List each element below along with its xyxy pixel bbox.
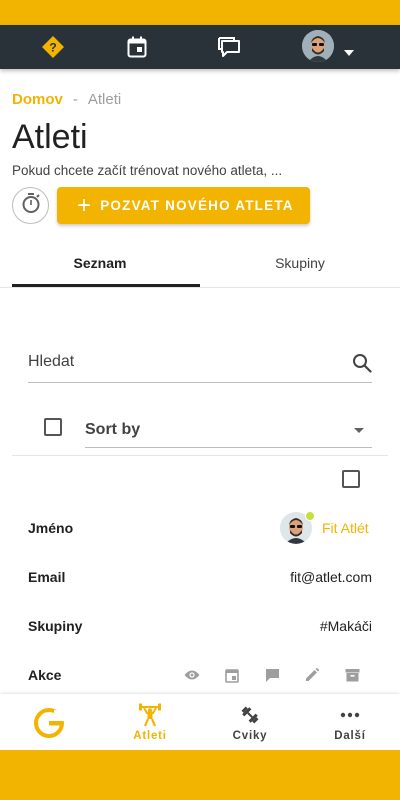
dropdown-arrow-icon [354,428,364,433]
archive-icon[interactable] [344,667,360,683]
search-field [28,345,372,383]
breadcrumb: Domov - Atleti [12,91,121,108]
page-title: Atleti [12,118,88,156]
groups-label: Skupiny [28,618,83,634]
page-subtitle: Pokud chcete začít trénovat nového atlet… [12,163,283,178]
message-icon[interactable] [264,667,280,683]
groups-value: #Makáči [319,618,372,634]
active-tab-indicator [12,284,200,287]
invite-athlete-label: POZVAT NOVÉHO ATLETA [100,198,294,213]
athlete-name-link[interactable]: Fit Atlét [322,520,369,536]
bottom-system-bar [0,750,400,800]
top-app-bar: ? [0,25,400,69]
help-icon[interactable]: ? [41,35,65,59]
bottom-navigation: Atleti Cviky Další [0,694,400,750]
invite-athlete-button[interactable]: + POZVAT NOVÉHO ATLETA [57,187,310,224]
breadcrumb-current: Atleti [87,91,122,108]
dropdown-caret-icon [344,43,354,61]
nav-athletes[interactable]: Atleti [100,694,200,750]
tab-list[interactable]: Seznam [0,238,200,288]
edit-icon[interactable] [304,667,320,683]
online-status-dot [305,511,315,521]
nav-more-label: Další [334,730,366,742]
sort-by-select[interactable]: Sort by [85,414,372,448]
plus-icon: + [77,191,93,219]
athlete-avatar[interactable] [280,511,315,544]
dumbbell-icon [238,703,262,727]
nav-more[interactable]: Další [300,694,400,750]
calendar-icon[interactable] [125,35,149,59]
search-icon[interactable] [352,353,372,378]
breadcrumb-separator: - [72,91,78,108]
select-all-checkbox[interactable] [44,418,62,436]
email-label: Email [28,569,66,585]
name-label: Jméno [28,520,74,536]
stopwatch-icon [20,192,42,219]
nav-exercises-label: Cviky [232,730,268,742]
breadcrumb-home-link[interactable]: Domov [12,91,63,108]
status-bar [0,0,400,25]
search-input[interactable] [28,353,328,371]
calendar-icon[interactable] [224,667,240,683]
weightlifter-icon [138,703,162,727]
nav-exercises[interactable]: Cviky [200,694,300,750]
nav-athletes-label: Atleti [133,730,167,742]
tab-groups[interactable]: Skupiny [200,238,400,288]
view-icon[interactable] [184,667,200,683]
chat-icon[interactable] [217,35,241,59]
user-menu[interactable] [302,30,362,64]
row-select-checkbox[interactable] [342,470,360,488]
tab-bar: Seznam Skupiny [0,238,400,288]
stopwatch-button[interactable] [12,187,49,224]
email-value: fit@atlet.com [290,569,372,585]
more-dots-icon [338,703,362,727]
sort-by-label: Sort by [85,421,141,438]
user-avatar [302,30,334,62]
svg-text:?: ? [49,41,56,55]
nav-home[interactable] [0,694,100,750]
actions-label: Akce [28,667,62,683]
app-logo-icon [34,708,64,738]
list-divider [12,455,388,456]
